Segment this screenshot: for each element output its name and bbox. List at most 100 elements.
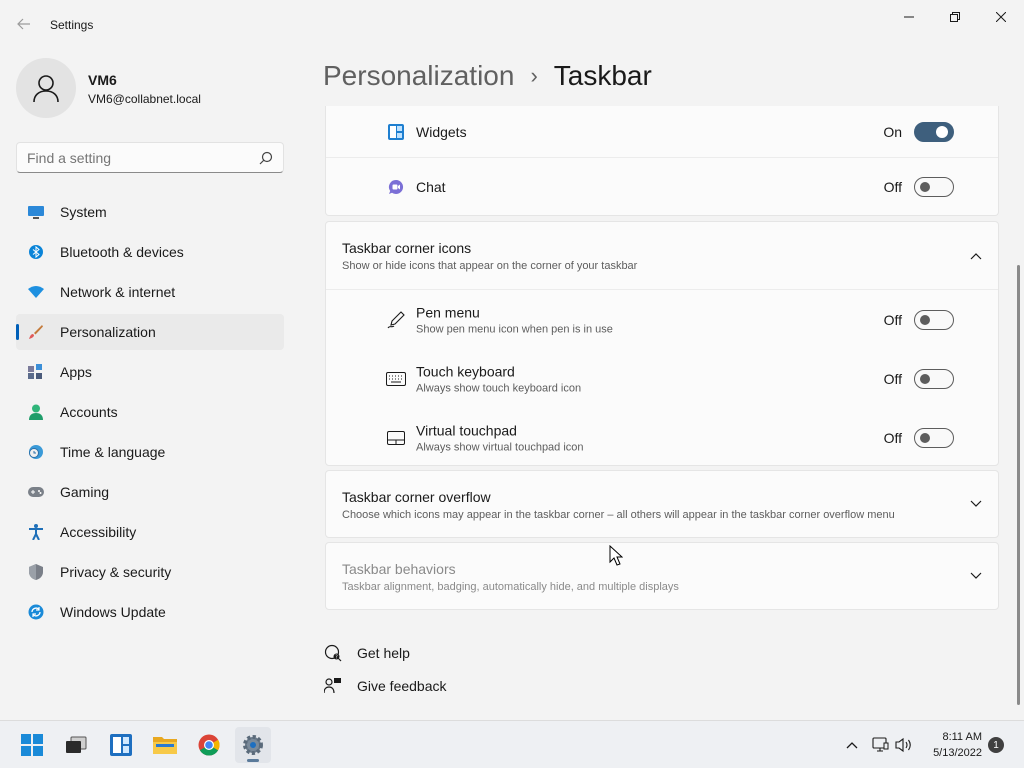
search-box[interactable]	[16, 142, 284, 173]
give-feedback-link[interactable]: Give feedback	[323, 674, 447, 698]
corner-overflow-card[interactable]: Taskbar corner overflow Choose which ico…	[325, 470, 999, 538]
sidebar-item-label: Network & internet	[60, 284, 176, 300]
app-title: Settings	[50, 18, 94, 32]
sidebar-item-label: Apps	[60, 364, 92, 380]
touch-keyboard-toggle[interactable]	[914, 368, 954, 389]
chrome-button[interactable]	[191, 727, 227, 763]
touch-keyboard-description: Always show touch keyboard icon	[416, 382, 582, 394]
widgets-toggle[interactable]	[914, 121, 954, 142]
pen-menu-row: Pen menu Show pen menu icon when pen is …	[326, 290, 998, 349]
folder-icon	[153, 737, 177, 754]
restore-button[interactable]	[932, 2, 978, 32]
sidebar-item-network[interactable]: Network & internet	[16, 274, 284, 310]
section-title: Taskbar behaviors	[342, 561, 456, 577]
title-bar: Settings	[0, 0, 1024, 48]
brush-icon	[28, 324, 44, 340]
svg-text:?: ?	[335, 655, 338, 661]
speaker-icon	[895, 737, 911, 753]
sidebar-item-privacy[interactable]: Privacy & security	[16, 554, 284, 590]
wifi-icon	[28, 284, 44, 300]
touch-keyboard-state: Off	[883, 370, 902, 387]
sidebar-item-gaming[interactable]: Gaming	[16, 474, 284, 510]
clock-globe-icon	[28, 444, 44, 460]
keyboard-icon	[386, 369, 406, 389]
virtual-touchpad-label: Virtual touchpad	[416, 422, 517, 438]
pen-menu-toggle[interactable]	[914, 309, 954, 330]
chevron-up-icon	[846, 742, 858, 749]
widgets-button[interactable]	[103, 727, 139, 763]
notification-badge[interactable]: 1	[988, 737, 1004, 753]
feedback-icon	[323, 676, 343, 696]
get-help-link[interactable]: ? Get help	[323, 641, 410, 665]
sidebar-item-personalization[interactable]: Personalization	[16, 314, 284, 350]
back-arrow-icon	[17, 18, 30, 30]
sidebar-item-accessibility[interactable]: Accessibility	[16, 514, 284, 550]
sidebar-item-apps[interactable]: Apps	[16, 354, 284, 390]
widgets-icon	[386, 122, 406, 142]
widgets-label: Widgets	[416, 123, 467, 140]
sidebar-item-accounts[interactable]: Accounts	[16, 394, 284, 430]
sidebar-item-windows-update[interactable]: Windows Update	[16, 594, 284, 630]
sidebar-item-bluetooth[interactable]: Bluetooth & devices	[16, 234, 284, 270]
toggle-knob	[920, 432, 930, 443]
widgets-row: Widgets On	[326, 106, 998, 157]
section-subtitle: Choose which icons may appear in the tas…	[342, 509, 895, 521]
user-name: VM6	[88, 72, 117, 88]
corner-icons-header[interactable]: Taskbar corner icons Show or hide icons …	[326, 222, 998, 289]
volume-tray-icon[interactable]	[894, 735, 914, 755]
windows-logo-icon	[21, 734, 43, 756]
user-email: VM6@collabnet.local	[88, 92, 201, 106]
clock-time: 8:11 AM	[942, 731, 982, 743]
sidebar-item-system[interactable]: System	[16, 194, 284, 230]
accessibility-icon	[28, 524, 44, 540]
network-icon	[872, 737, 889, 752]
section-title: Taskbar corner overflow	[342, 489, 491, 505]
show-hidden-icons-button[interactable]	[842, 735, 862, 755]
chevron-down-icon[interactable]	[968, 496, 984, 512]
chevron-up-icon[interactable]	[968, 248, 984, 264]
chat-toggle[interactable]	[914, 177, 954, 197]
touchpad-icon	[386, 428, 406, 448]
sidebar-item-label: Accessibility	[60, 524, 137, 540]
behaviors-card[interactable]: Taskbar behaviors Taskbar alignment, bad…	[325, 542, 999, 610]
widgets-icon	[110, 734, 132, 756]
corner-overflow-header[interactable]: Taskbar corner overflow Choose which ico…	[326, 471, 998, 538]
sidebar-item-time-language[interactable]: Time & language	[16, 434, 284, 470]
file-explorer-button[interactable]	[147, 727, 183, 763]
settings-app-button[interactable]	[235, 727, 271, 763]
minimize-button[interactable]	[886, 2, 932, 32]
sidebar-nav: System Bluetooth & devices Network & int…	[16, 194, 284, 634]
restore-icon	[950, 12, 960, 22]
close-button[interactable]	[978, 2, 1024, 32]
network-tray-icon[interactable]	[870, 735, 890, 755]
pen-menu-label: Pen menu	[416, 304, 480, 320]
taskbar-clock[interactable]: 8:11 AM 5/13/2022	[916, 729, 982, 761]
virtual-touchpad-description: Always show virtual touchpad icon	[416, 441, 584, 453]
toggle-knob	[936, 125, 948, 138]
touch-keyboard-row: Touch keyboard Always show touch keyboar…	[326, 349, 998, 408]
virtual-touchpad-row: Virtual touchpad Always show virtual tou…	[326, 408, 998, 467]
bluetooth-icon	[28, 244, 44, 260]
chat-state: Off	[883, 179, 902, 195]
sidebar-item-label: System	[60, 204, 107, 220]
task-view-button[interactable]	[58, 727, 94, 763]
section-title: Taskbar corner icons	[342, 240, 472, 256]
virtual-touchpad-toggle[interactable]	[914, 427, 954, 448]
toggle-knob	[920, 182, 930, 192]
chevron-down-icon[interactable]	[968, 568, 984, 584]
section-subtitle: Show or hide icons that appear on the co…	[342, 260, 638, 272]
sidebar-item-label: Windows Update	[60, 604, 166, 620]
start-button[interactable]	[14, 727, 50, 763]
search-input[interactable]	[27, 150, 247, 166]
behaviors-header[interactable]: Taskbar behaviors Taskbar alignment, bad…	[326, 543, 998, 610]
toggle-knob	[920, 373, 930, 384]
user-profile[interactable]: VM6 VM6@collabnet.local	[16, 58, 296, 118]
breadcrumb-parent[interactable]: Personalization	[323, 60, 514, 92]
scrollbar[interactable]	[1017, 265, 1020, 705]
close-icon	[996, 12, 1006, 22]
back-button[interactable]	[10, 10, 38, 38]
gamepad-icon	[28, 484, 44, 500]
widgets-state: On	[883, 123, 902, 140]
toggle-knob	[920, 314, 930, 325]
help-icon: ?	[323, 643, 343, 663]
